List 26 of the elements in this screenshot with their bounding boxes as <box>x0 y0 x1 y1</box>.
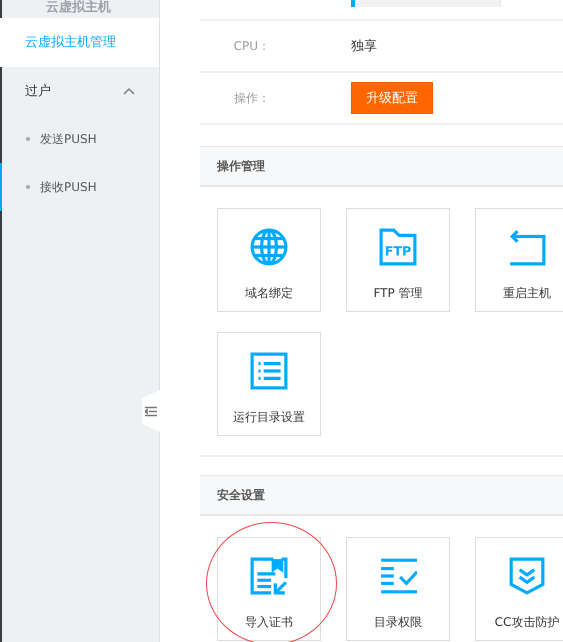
tool-tile[interactable]: CC攻击防护 <box>475 537 563 641</box>
return-arrow-icon <box>508 228 546 266</box>
document-import-icon <box>250 557 288 595</box>
field-value: 独享 <box>351 38 377 55</box>
globe-icon <box>250 228 288 266</box>
shield-icon <box>508 557 546 595</box>
tool-tile[interactable]: 导入证书 <box>217 537 321 641</box>
tool-tile[interactable]: 目录权限 <box>346 537 450 641</box>
sidebar-subitem[interactable]: 接收PUSH <box>0 163 159 211</box>
checklist-icon <box>379 557 417 595</box>
group-label: 过户 <box>25 83 51 100</box>
section-header: 安全设置 <box>200 475 563 516</box>
list-icon <box>250 352 288 390</box>
menu-icon <box>145 406 157 416</box>
tool-tile[interactable]: 重启主机 <box>475 208 563 312</box>
ftp-label: FTP <box>384 243 412 258</box>
tool-tile[interactable]: 运行目录设置 <box>217 332 321 436</box>
sidebar-header: 云虚拟主机 <box>45 0 112 17</box>
tool-tile[interactable]: FTP FTP 管理 <box>346 208 450 312</box>
sidebar-subitem[interactable]: 发送PUSH <box>0 115 159 163</box>
field-label: 操作： <box>233 90 270 106</box>
section-header: 操作管理 <box>200 146 563 187</box>
chevron-icon <box>123 87 135 95</box>
sidebar-group[interactable]: 过户 <box>0 67 159 115</box>
tool-tile[interactable]: 域名绑定 <box>217 208 321 312</box>
field-label: CPU： <box>232 38 270 54</box>
